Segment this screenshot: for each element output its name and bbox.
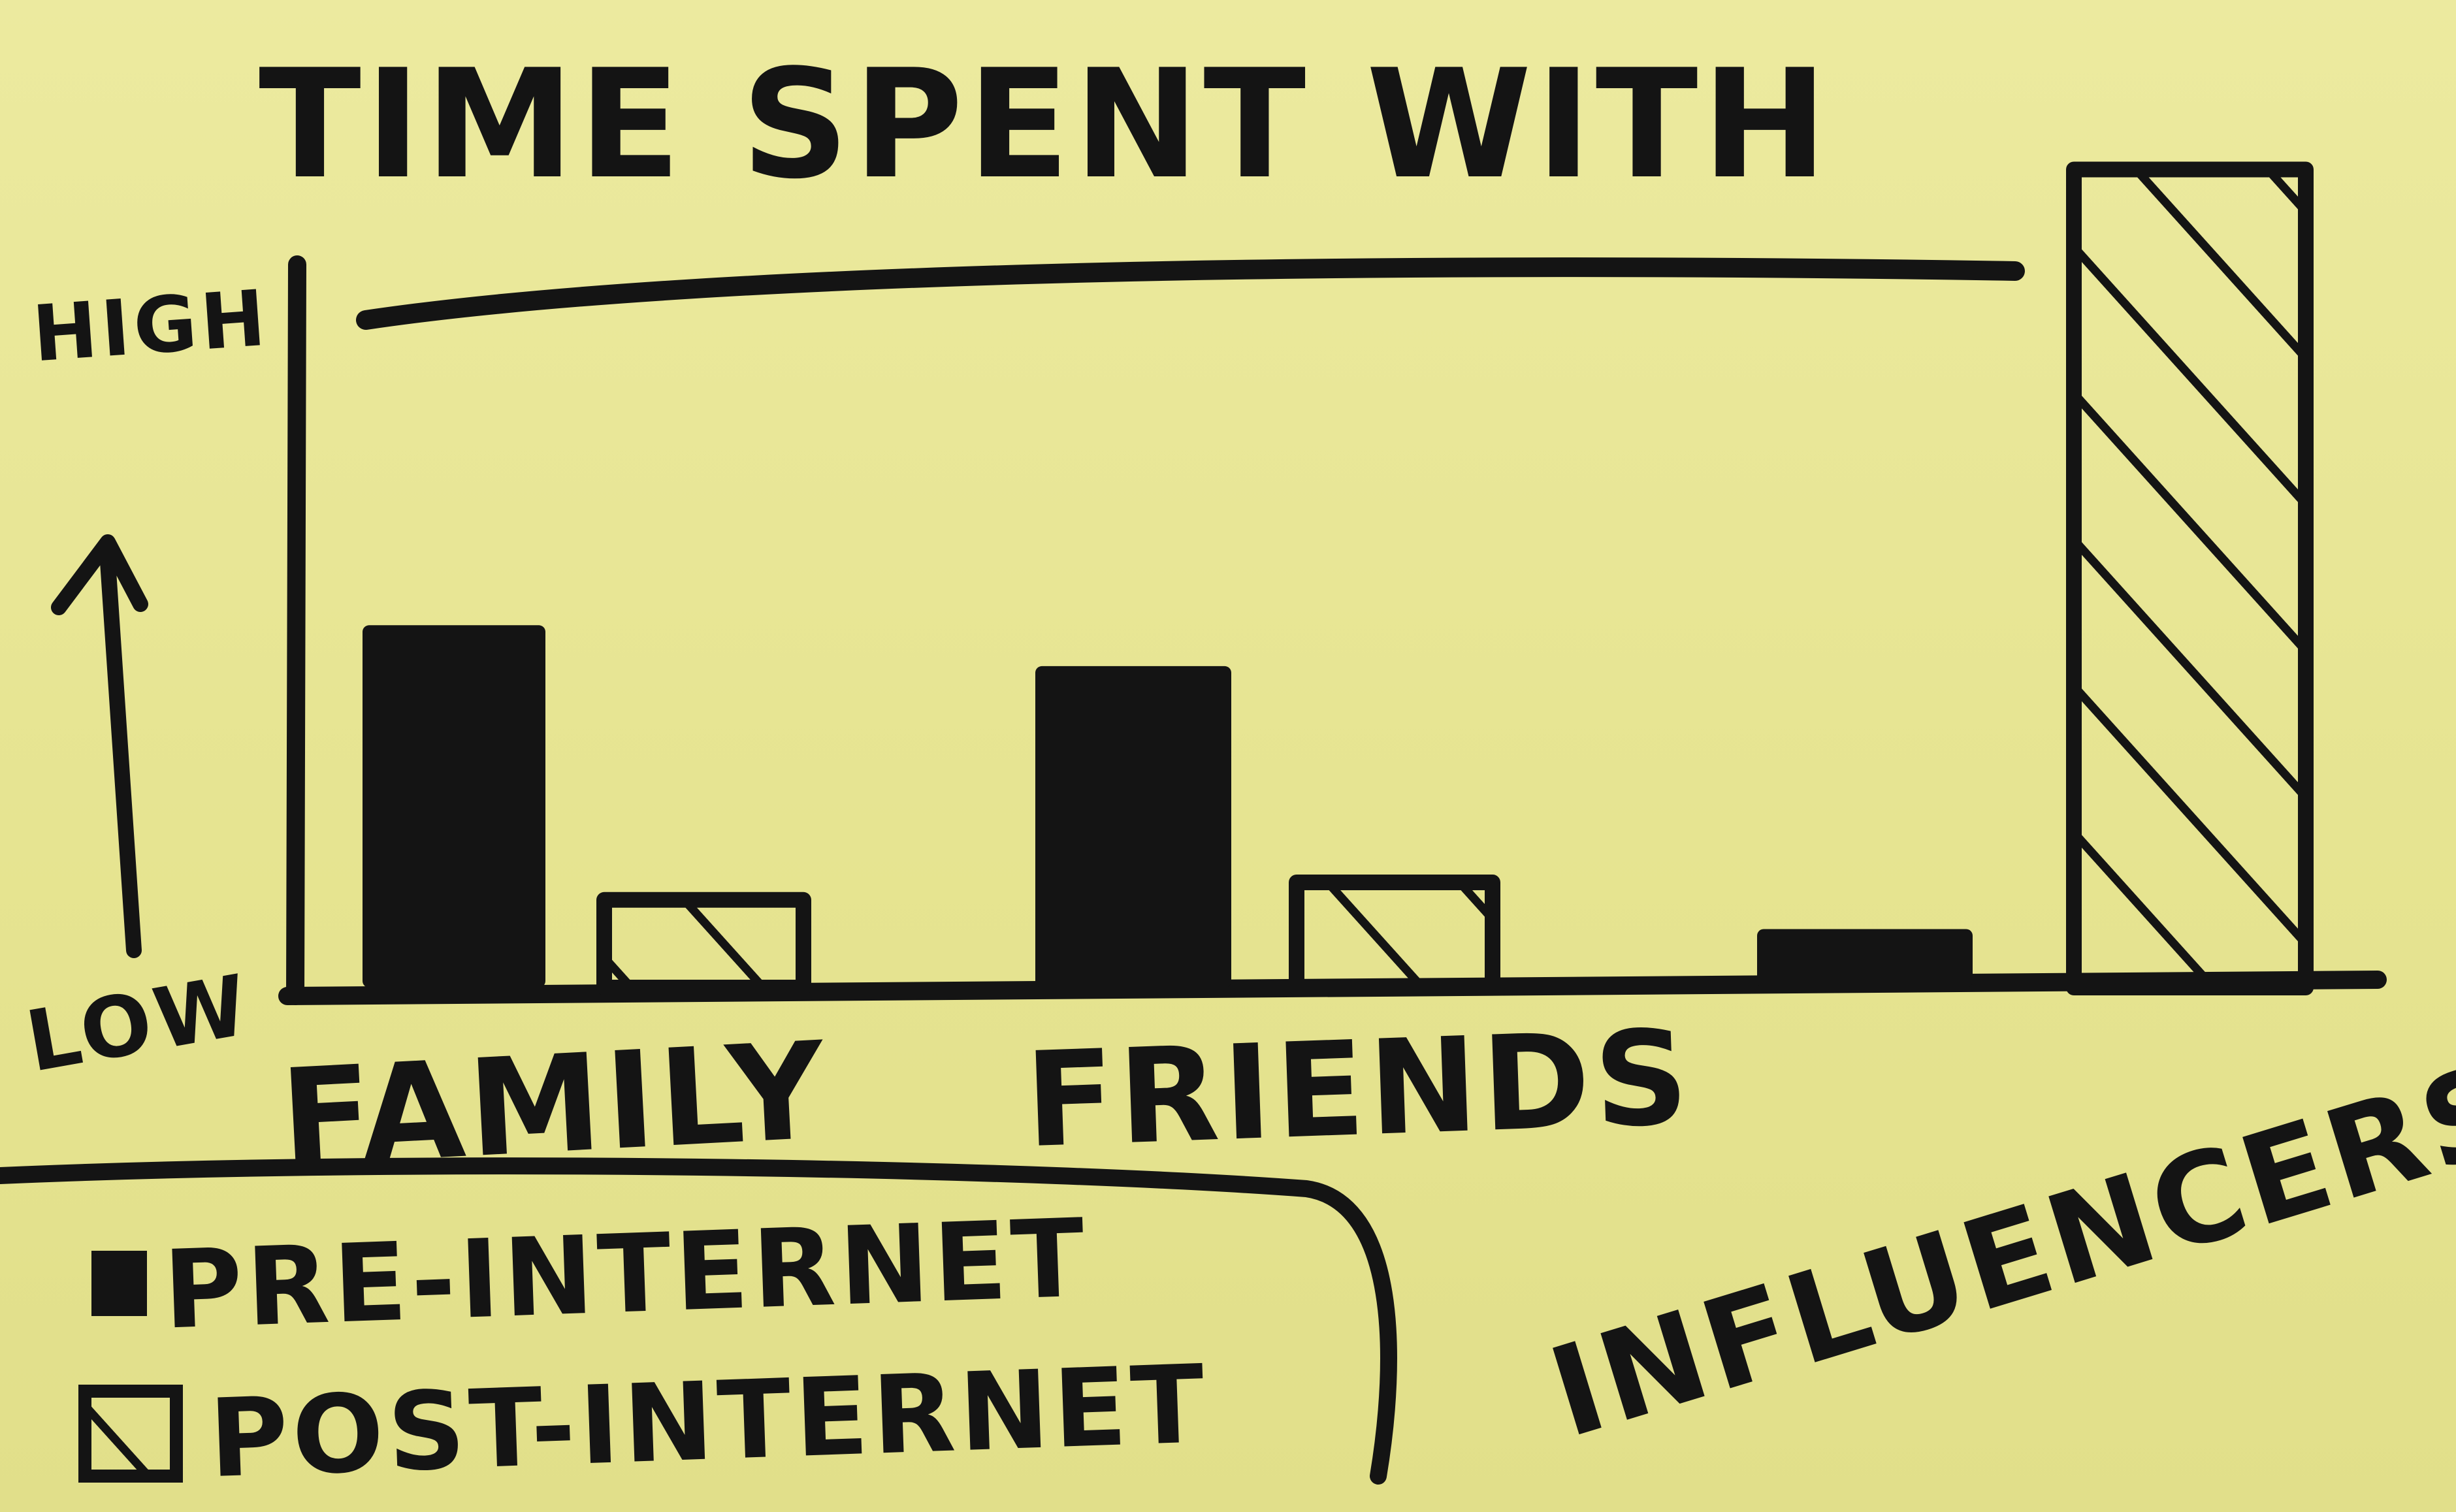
legend-swatch-post-internet	[78, 1385, 183, 1483]
bar-pre-internet-influencers	[1757, 929, 1973, 988]
legend: PRE-INTERNET POST-INTERNET	[78, 1195, 1210, 1502]
title-underline	[356, 257, 2025, 330]
up-arrow-icon	[51, 534, 148, 958]
y-label-low: LOW	[20, 956, 259, 1091]
y-label-high: HIGH	[30, 272, 272, 379]
chart-title: TIME SPENT WITH	[259, 38, 1832, 212]
bar-pre-internet-friends	[1035, 666, 1231, 988]
bar-post-internet-influencers	[2066, 161, 2314, 995]
sticky-note-card: TIME SPENT WITH HIGH LOW FAMILY FRIENDS …	[0, 0, 2456, 1512]
bar-pre-internet-family	[363, 625, 545, 988]
y-axis	[286, 255, 306, 1005]
legend-label-post-internet: POST-INTERNET	[207, 1342, 1210, 1502]
legend-label-pre-internet: PRE-INTERNET	[161, 1195, 1090, 1353]
chart: TIME SPENT WITH HIGH LOW FAMILY FRIENDS …	[0, 38, 2456, 1502]
category-label-friends: FRIENDS	[1023, 1002, 1695, 1177]
bar-post-internet-friends	[1289, 874, 1500, 995]
bar-post-internet-family	[596, 892, 811, 996]
legend-swatch-pre-internet	[91, 1251, 147, 1316]
